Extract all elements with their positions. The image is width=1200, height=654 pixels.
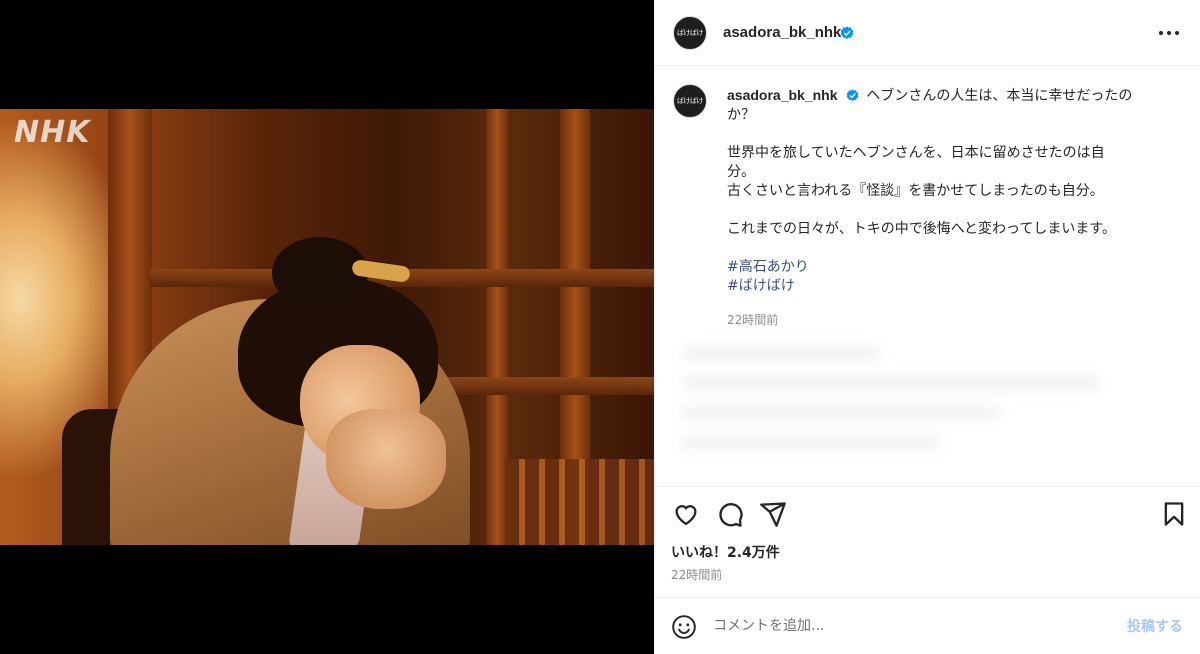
heart-icon[interactable] — [672, 500, 700, 528]
nhk-watermark: NHK — [14, 115, 91, 150]
post-photo[interactable]: NHK — [0, 109, 654, 545]
verified-badge-icon — [846, 89, 859, 102]
verified-badge-icon — [840, 26, 854, 39]
more-options-icon[interactable] — [1157, 24, 1181, 42]
caption-first-line: asadora_bk_nhk ヘブンさんの人生は、本当に幸せだったの — [727, 86, 1177, 106]
caption-username[interactable]: asadora_bk_nhk — [727, 87, 838, 103]
post-comment-button[interactable]: 投稿する — [1127, 616, 1183, 636]
post-actions — [655, 486, 1200, 538]
post-timestamp[interactable]: 22時間前 — [671, 566, 722, 583]
hashtag-link[interactable]: #高石あかり — [727, 258, 1177, 277]
bookmark-icon[interactable] — [1160, 500, 1188, 528]
post-header: ばけばけ asadora_bk_nhk — [655, 0, 1200, 66]
caption-text: 世界中を旅していたヘブンさんを、日本に留めさせたのは自 — [727, 145, 1105, 161]
caption-text: ヘブンさんの人生は、本当に幸せだったの — [866, 88, 1133, 104]
avatar[interactable]: ばけばけ — [673, 16, 707, 50]
header-username[interactable]: asadora_bk_nhk — [723, 24, 841, 41]
likes-count[interactable]: いいね！2.4万件 — [671, 542, 780, 562]
hands — [326, 409, 446, 509]
caption-timestamp[interactable]: 22時間前 — [727, 311, 778, 328]
share-icon[interactable] — [759, 500, 787, 528]
comment-bar: 投稿する — [655, 597, 1200, 654]
caption-text: 分。 — [727, 164, 755, 180]
caption-text: か？ — [727, 107, 755, 123]
caption-avatar[interactable]: ばけばけ — [673, 84, 707, 118]
avatar-text: ばけばけ — [677, 97, 704, 105]
avatar-text: ばけばけ — [677, 29, 704, 37]
post-media[interactable]: NHK — [0, 0, 654, 654]
caption-text: これまでの日々が、トキの中で後悔へと変わってしまいます。 — [727, 221, 1116, 237]
blurred-comments — [671, 336, 1191, 476]
caption-text: 古くさいと言われる『怪談』を書かせてしまったのも自分。 — [727, 183, 1104, 199]
emoji-icon[interactable] — [671, 614, 697, 640]
comment-icon[interactable] — [716, 500, 744, 528]
post-caption: asadora_bk_nhk ヘブンさんの人生は、本当に幸せだったの か？ 世界… — [727, 86, 1177, 296]
wooden-lattice — [505, 459, 654, 545]
post-details-panel: ばけばけ asadora_bk_nhk ばけばけ asadora_bk_nhk … — [654, 0, 1200, 654]
hashtag-link[interactable]: #ばけばけ — [727, 277, 1177, 296]
comment-input[interactable] — [713, 612, 1093, 640]
